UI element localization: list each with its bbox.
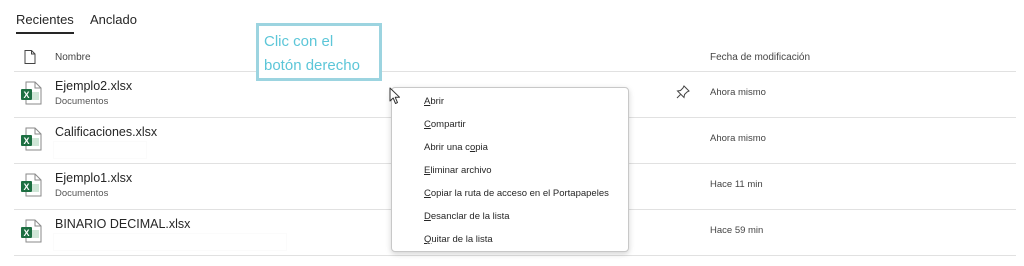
- callout-line-1: Clic con el: [264, 33, 334, 50]
- menu-item-desanclar[interactable]: Desanclar de la lista: [424, 211, 510, 222]
- column-header-date[interactable]: Fecha de modificación: [710, 52, 810, 63]
- file-name[interactable]: Ejemplo1.xlsx: [55, 171, 132, 185]
- file-type-icon[interactable]: [24, 50, 36, 64]
- pin-icon[interactable]: [676, 85, 690, 99]
- excel-file-icon: X: [21, 127, 42, 151]
- file-modified-date: Ahora mismo: [710, 87, 766, 98]
- file-location: Documentos: [55, 96, 109, 107]
- svg-text:X: X: [23, 90, 29, 100]
- active-tab-indicator: [16, 32, 74, 34]
- excel-file-icon: X: [21, 219, 42, 243]
- tab-recientes[interactable]: Recientes: [16, 12, 74, 27]
- redacted-location: [54, 234, 286, 250]
- context-menu: Abrir Compartir Abrir una copia Eliminar…: [391, 87, 629, 252]
- file-modified-date: Hace 59 min: [710, 225, 764, 236]
- mouse-pointer-icon: [389, 87, 400, 104]
- file-name[interactable]: Ejemplo2.xlsx: [55, 79, 132, 93]
- menu-item-abrir[interactable]: Abrir: [424, 96, 444, 107]
- callout-line-2: botón derecho: [264, 57, 360, 74]
- menu-item-copiar-ruta[interactable]: Copiar la ruta de acceso en el Portapape…: [424, 188, 609, 199]
- file-location: Documentos: [55, 188, 109, 199]
- file-name[interactable]: Calificaciones.xlsx: [55, 125, 157, 139]
- redacted-location: [54, 142, 146, 158]
- annotation-callout: Clic con el botón derecho: [256, 23, 382, 81]
- menu-item-quitar[interactable]: Quitar de la lista: [424, 234, 493, 245]
- file-name[interactable]: BINARIO DECIMAL.xlsx: [55, 217, 190, 231]
- svg-text:X: X: [23, 136, 29, 146]
- table-header: Nombre Fecha de modificación: [14, 45, 1016, 72]
- tab-anclado[interactable]: Anclado: [90, 12, 137, 27]
- svg-text:X: X: [23, 182, 29, 192]
- menu-item-compartir[interactable]: Compartir: [424, 119, 466, 130]
- file-modified-date: Ahora mismo: [710, 133, 766, 144]
- column-header-name[interactable]: Nombre: [55, 52, 91, 63]
- excel-file-icon: X: [21, 173, 42, 197]
- file-modified-date: Hace 11 min: [710, 179, 763, 190]
- menu-item-abrir-una-copia[interactable]: Abrir una copia: [424, 142, 488, 153]
- menu-item-eliminar-archivo[interactable]: Eliminar archivo: [424, 165, 492, 176]
- excel-file-icon: X: [21, 81, 42, 105]
- svg-text:X: X: [23, 228, 29, 238]
